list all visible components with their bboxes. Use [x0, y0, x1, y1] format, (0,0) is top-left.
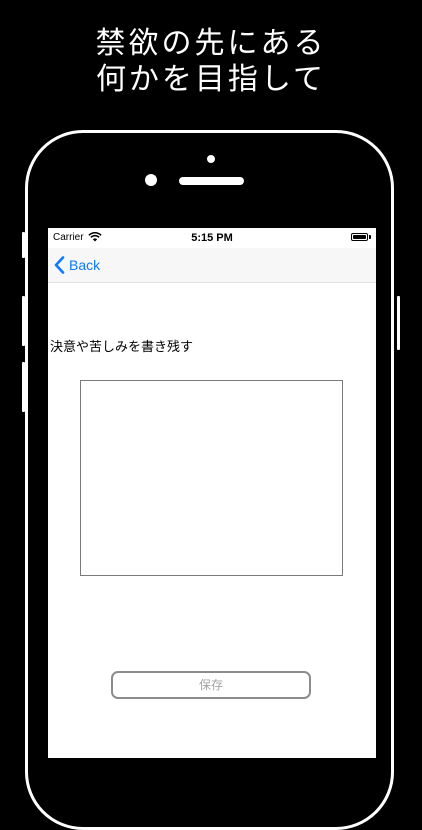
battery-tip — [369, 235, 371, 239]
volume-up-button — [22, 296, 25, 346]
memo-textarea[interactable] — [80, 380, 343, 576]
front-camera — [145, 174, 157, 186]
promo-headline: 禁欲の先にある 何かを目指して — [0, 26, 422, 98]
mute-switch — [22, 232, 25, 258]
status-time: 5:15 PM — [191, 232, 233, 244]
back-button[interactable]: Back — [54, 254, 100, 276]
battery-icon — [351, 233, 368, 241]
power-button — [397, 296, 400, 350]
volume-down-button — [22, 362, 25, 412]
status-bar: Carrier 5:15 PM — [48, 228, 376, 248]
chevron-left-icon — [54, 256, 65, 274]
memo-prompt-label: 決意や苦しみを書き残す — [50, 340, 194, 355]
proximity-sensor — [207, 155, 215, 163]
headline-line-2: 何かを目指して — [95, 62, 327, 97]
navigation-bar: Back — [48, 248, 376, 283]
app-screen: Carrier 5:15 PM Back 決意や苦しみを書き残す 保存 — [48, 228, 376, 758]
save-button[interactable]: 保存 — [111, 671, 311, 699]
earpiece-speaker — [179, 177, 244, 185]
back-label: Back — [69, 257, 101, 273]
headline-line-1: 禁欲の先にある — [95, 26, 327, 61]
